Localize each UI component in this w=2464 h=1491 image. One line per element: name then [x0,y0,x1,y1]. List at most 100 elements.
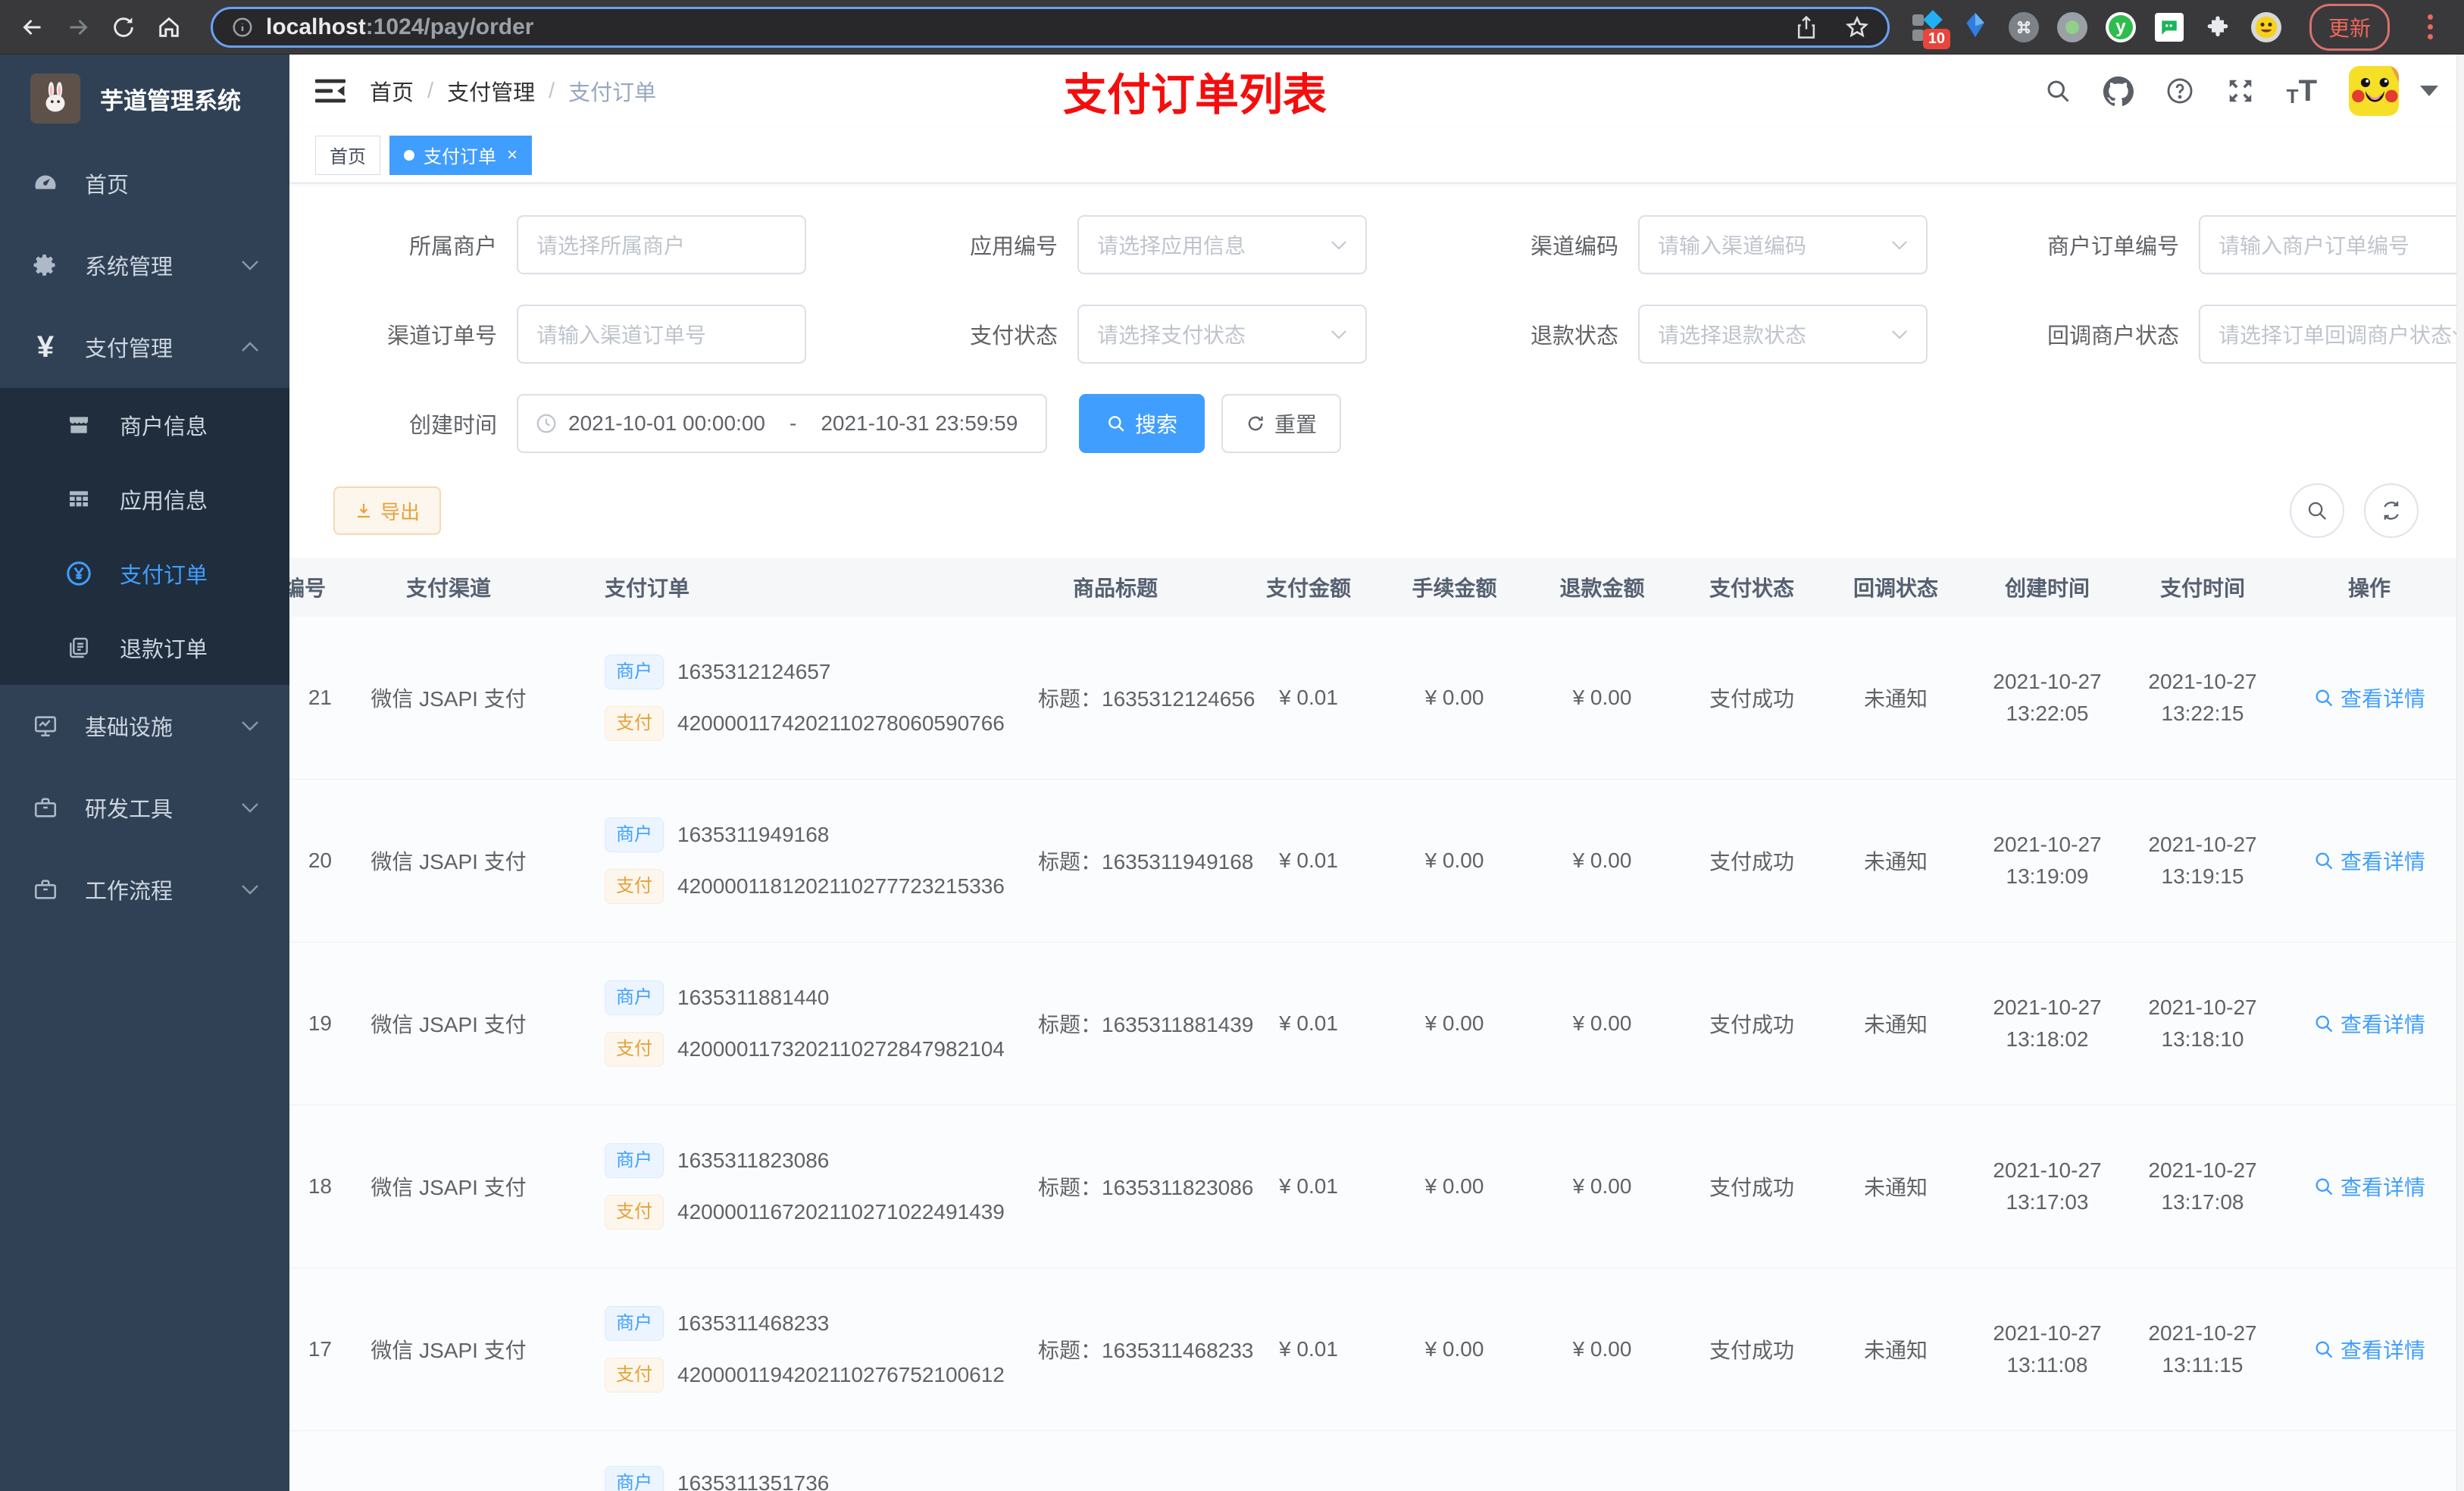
toggle-search-icon[interactable] [2290,483,2344,538]
bookmark-star-icon[interactable] [1845,15,1869,39]
sidebar-item-home[interactable]: 首页 [0,142,289,224]
site-info-icon[interactable] [231,16,254,39]
pay-order-no: 4200001173202110272847982104 [677,1037,1005,1061]
user-avatar[interactable] [2349,66,2399,116]
sidebar-collapse-icon[interactable] [315,74,349,108]
cell-title: 标题：1635311949168 [1038,850,1254,874]
cell-created: 2021-10-27 13:11:08 [1993,1321,2102,1377]
notify-status-select[interactable]: 请选择订单回调商户状态 [2199,305,2464,364]
export-button[interactable]: 导出 [333,486,442,535]
share-icon[interactable] [1795,15,1818,39]
browser-update-button[interactable]: 更新 [2309,3,2390,51]
sidebar-item-payment[interactable]: ¥ 支付管理 [0,306,289,388]
col-action: 操作 [2347,577,2391,600]
merchant-input[interactable]: 请选择所属商户 [517,215,806,274]
pay-order-no: 4200001194202110276752100612 [677,1363,1005,1386]
address-bar[interactable]: localhost:1024/pay/order [211,6,1890,48]
sidebar-item-system[interactable]: 系统管理 [0,224,289,306]
browser-back-icon[interactable] [15,10,50,45]
sidebar-item-merchant-info[interactable]: 商户信息 [0,388,289,462]
search-button[interactable]: 搜索 [1079,394,1205,453]
tab-home[interactable]: 首页 [315,135,380,175]
cell-id: 18 [308,1174,332,1198]
avatar-caret-icon[interactable] [2420,86,2438,96]
notify-status-label: 回调商户状态 [2047,324,2179,349]
briefcase-icon [30,877,61,902]
merchant-order-no: 1635311949168 [677,823,830,846]
extension-badge-icon[interactable]: 10 [1911,9,1950,49]
navbar-actions: TT [2044,66,2438,116]
main-content: 首页 / 支付管理 / 支付订单 支付订单列表 T T 首页 支付订单 × 所属… [289,55,2464,1491]
cell-order: 商户 1635311823086 支付 4200001167202110271022… [539,1143,1005,1230]
pay-tag: 支付 [605,1032,664,1067]
sidebar-item-pay-order[interactable]: 支付订单 [0,536,289,611]
extensions-strip: 10 y 更新 [1903,3,2449,51]
chevron-down-icon [1891,240,1908,250]
refund-status-select[interactable]: 请选择退款状态 [1638,305,1928,364]
extension-chat-icon[interactable] [2153,11,2185,43]
cell-paid: 2021-10-27 13:22:15 [2148,670,2257,725]
view-detail-link[interactable]: 查看详情 [2275,683,2464,713]
tab-pay-order[interactable]: 支付订单 × [389,135,533,175]
cell-channel: 微信 JSAPI 支付 [371,1013,527,1036]
chevron-down-icon [1330,240,1347,250]
sidebar-item-workflow[interactable]: 工作流程 [0,849,289,930]
cell-created: 2021-10-27 13:22:05 [1993,670,2102,725]
extension-command-icon[interactable] [2008,11,2040,43]
merchant-order-input[interactable]: 请输入商户订单编号 [2199,215,2464,274]
sidebar-item-dev-tools[interactable]: 研发工具 [0,767,289,849]
table-row: 21 微信 JSAPI 支付 商户 1635312124657 支付 4200001… [289,617,2464,780]
sidebar-item-refund-order[interactable]: 退款订单 [0,611,289,685]
gear-icon [30,252,61,279]
cell-id: 20 [308,849,332,872]
reset-button[interactable]: 重置 [1221,394,1342,453]
extensions-puzzle-icon[interactable] [2202,11,2234,43]
orders-table: 编号 支付渠道 支付订单 商品标题 支付金额 手续金额 退款金额 支付状态 回调… [289,558,2464,1491]
browser-reload-icon[interactable] [106,10,141,45]
page-scrollbar[interactable] [2456,55,2464,1491]
cell-refund: ¥ 0.00 [1572,849,1632,872]
breadcrumb-home[interactable]: 首页 [370,75,414,107]
extension-y-icon[interactable]: y [2105,11,2137,43]
dashboard-icon [30,170,61,197]
app-select[interactable]: 请选择应用信息 [1077,215,1367,274]
sidebar-item-infrastructure[interactable]: 基础设施 [0,685,289,767]
view-detail-link[interactable]: 查看详情 [2275,846,2464,876]
github-icon[interactable] [2103,76,2134,106]
col-title: 商品标题 [1072,577,1158,600]
sidebar-item-label: 系统管理 [85,255,174,280]
sidebar-item-app-info[interactable]: 应用信息 [0,462,289,536]
breadcrumb-current: 支付订单 [568,81,657,105]
channel-code-label: 渠道编码 [1530,235,1618,259]
extension-gray-dot-icon[interactable] [2056,11,2088,43]
font-size-icon[interactable]: TT [2287,76,2317,106]
date-end-value: 2021-10-31 23:59:59 [821,411,1018,435]
pay-status-select[interactable]: 请选择支付状态 [1077,305,1367,364]
profile-emoji-icon[interactable] [2250,11,2282,43]
view-detail-link[interactable]: 查看详情 [2275,1171,2464,1202]
browser-home-icon[interactable] [152,10,186,45]
app-logo[interactable]: 芋道管理系统 [0,55,289,142]
sidebar-item-label: 工作流程 [85,880,174,904]
channel-code-select[interactable]: 请输入渠道编码 [1638,215,1928,274]
channel-order-label: 渠道订单号 [386,324,497,349]
view-detail-link[interactable]: 查看详情 [2275,1008,2464,1039]
browser-menu-icon[interactable] [2419,14,2441,39]
browser-forward-icon[interactable] [61,10,95,45]
yen-icon: ¥ [36,330,55,364]
header-search-icon[interactable] [2044,77,2072,105]
yen-circle-icon [64,560,94,587]
fullscreen-icon[interactable] [2226,77,2255,105]
date-range-input[interactable]: 2021-10-01 00:00:00 - 2021-10-31 23:59:5… [517,394,1047,453]
tab-close-icon[interactable]: × [507,145,518,166]
cell-id: 21 [308,686,332,709]
view-detail-link[interactable]: 查看详情 [2275,1334,2464,1364]
help-icon[interactable] [2165,77,2194,105]
breadcrumb-payment[interactable]: 支付管理 [447,75,535,107]
col-id: 编号 [289,577,326,600]
cell-refund: ¥ 0.00 [1572,1174,1632,1198]
refresh-icon[interactable] [2364,483,2419,538]
chevron-down-icon [241,884,259,895]
channel-order-input[interactable]: 请输入渠道订单号 [517,305,806,364]
extension-kite-icon[interactable] [1959,11,1991,43]
